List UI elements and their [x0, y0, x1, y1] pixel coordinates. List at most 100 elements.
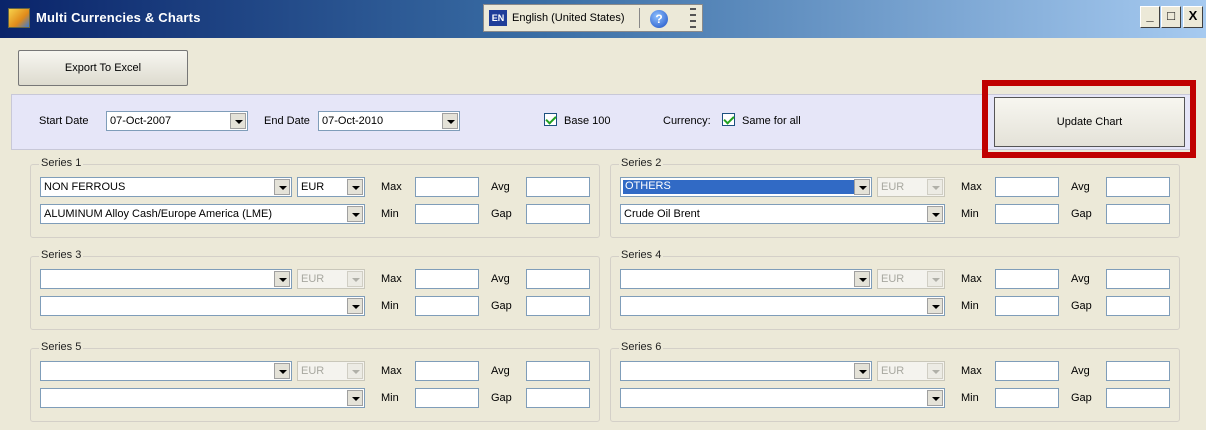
end-date-value: 07-Oct-2010 [322, 115, 384, 127]
same-for-all-checkbox[interactable] [722, 113, 735, 126]
series-currency-select[interactable]: EUR [297, 177, 365, 197]
dropdown-arrow-icon[interactable] [347, 298, 363, 314]
series-group-6: Series 6 EUR Max Avg Min Gap [610, 341, 1180, 422]
dropdown-arrow-icon[interactable] [274, 179, 290, 195]
title-bar[interactable]: Multi Currencies & Charts EN English (Un… [0, 0, 1206, 38]
series-category-select[interactable] [40, 269, 292, 289]
series-category-select[interactable] [620, 269, 872, 289]
close-button[interactable]: X [1183, 6, 1203, 28]
gap-label: Gap [491, 392, 512, 404]
dropdown-arrow-icon[interactable] [347, 179, 363, 195]
max-label: Max [381, 365, 402, 377]
avg-field[interactable] [1106, 269, 1170, 289]
language-bar[interactable]: EN English (United States) ? [483, 4, 703, 32]
min-field[interactable] [415, 296, 479, 316]
dropdown-arrow-icon[interactable] [854, 363, 870, 379]
series-currency-select[interactable]: EUR [297, 361, 365, 381]
help-icon[interactable]: ? [650, 10, 668, 28]
max-label: Max [381, 181, 402, 193]
series-commodity-select[interactable]: Crude Oil Brent [620, 204, 945, 224]
dropdown-arrow-icon[interactable] [347, 390, 363, 406]
series-currency-select[interactable]: EUR [877, 269, 945, 289]
gap-field[interactable] [1106, 388, 1170, 408]
dropdown-arrow-icon[interactable] [230, 113, 246, 129]
gap-label: Gap [1071, 208, 1092, 220]
min-label: Min [961, 300, 979, 312]
max-field[interactable] [995, 177, 1059, 197]
max-field[interactable] [415, 177, 479, 197]
start-date-label: Start Date [39, 115, 89, 127]
series-title: Series 2 [619, 157, 664, 169]
start-date-picker[interactable]: 07-Oct-2007 [106, 111, 248, 131]
dropdown-arrow-icon[interactable] [927, 271, 943, 287]
language-label[interactable]: English (United States) [512, 12, 625, 24]
highlight-box [982, 80, 1196, 158]
dropdown-arrow-icon[interactable] [927, 390, 943, 406]
series-category-select[interactable] [620, 361, 872, 381]
dropdown-arrow-icon[interactable] [927, 363, 943, 379]
gap-field[interactable] [526, 296, 590, 316]
gap-field[interactable] [1106, 296, 1170, 316]
min-field[interactable] [995, 296, 1059, 316]
series-commodity-select[interactable] [620, 296, 945, 316]
dropdown-arrow-icon[interactable] [274, 363, 290, 379]
series-group-4: Series 4 EUR Max Avg Min Gap [610, 249, 1180, 330]
series-currency-select[interactable]: EUR [877, 361, 945, 381]
series-category-value: NON FERROUS [44, 181, 126, 193]
min-label: Min [381, 208, 399, 220]
language-badge: EN [489, 10, 507, 26]
series-category-select[interactable]: OTHERS [620, 177, 872, 197]
window-title: Multi Currencies & Charts [36, 10, 201, 25]
min-field[interactable] [995, 204, 1059, 224]
series-title: Series 4 [619, 249, 664, 261]
dropdown-arrow-icon[interactable] [347, 271, 363, 287]
dropdown-arrow-icon[interactable] [854, 271, 870, 287]
end-date-picker[interactable]: 07-Oct-2010 [318, 111, 460, 131]
series-category-select[interactable] [40, 361, 292, 381]
series-title: Series 1 [39, 157, 84, 169]
max-field[interactable] [995, 361, 1059, 381]
base100-label: Base 100 [564, 115, 611, 127]
series-title: Series 3 [39, 249, 84, 261]
dropdown-arrow-icon[interactable] [854, 179, 870, 195]
dropdown-arrow-icon[interactable] [347, 206, 363, 222]
avg-label: Avg [491, 365, 510, 377]
min-field[interactable] [415, 204, 479, 224]
max-label: Max [961, 273, 982, 285]
min-label: Min [381, 300, 399, 312]
dropdown-arrow-icon[interactable] [927, 298, 943, 314]
minimize-button[interactable]: _ [1140, 6, 1160, 28]
dropdown-arrow-icon[interactable] [274, 271, 290, 287]
max-field[interactable] [415, 269, 479, 289]
avg-field[interactable] [526, 269, 590, 289]
avg-label: Avg [491, 273, 510, 285]
base100-checkbox[interactable] [544, 113, 557, 126]
gap-field[interactable] [526, 388, 590, 408]
gap-field[interactable] [1106, 204, 1170, 224]
currency-label: Currency: [663, 115, 711, 127]
dropdown-arrow-icon[interactable] [927, 179, 943, 195]
min-field[interactable] [415, 388, 479, 408]
series-commodity-select[interactable] [40, 296, 365, 316]
avg-field[interactable] [526, 177, 590, 197]
gap-field[interactable] [526, 204, 590, 224]
dropdown-arrow-icon[interactable] [927, 206, 943, 222]
max-field[interactable] [415, 361, 479, 381]
maximize-button[interactable]: □ [1161, 6, 1181, 28]
grip-icon[interactable] [690, 8, 696, 28]
series-commodity-select[interactable] [40, 388, 365, 408]
series-category-select[interactable]: NON FERROUS [40, 177, 292, 197]
series-currency-select[interactable]: EUR [297, 269, 365, 289]
export-to-excel-button[interactable]: Export To Excel [18, 50, 188, 86]
max-field[interactable] [995, 269, 1059, 289]
avg-field[interactable] [1106, 177, 1170, 197]
min-field[interactable] [995, 388, 1059, 408]
series-currency-select[interactable]: EUR [877, 177, 945, 197]
avg-field[interactable] [1106, 361, 1170, 381]
avg-field[interactable] [526, 361, 590, 381]
series-commodity-select[interactable]: ALUMINUM Alloy Cash/Europe America (LME) [40, 204, 365, 224]
series-commodity-value: Crude Oil Brent [624, 208, 700, 220]
series-commodity-select[interactable] [620, 388, 945, 408]
dropdown-arrow-icon[interactable] [347, 363, 363, 379]
dropdown-arrow-icon[interactable] [442, 113, 458, 129]
